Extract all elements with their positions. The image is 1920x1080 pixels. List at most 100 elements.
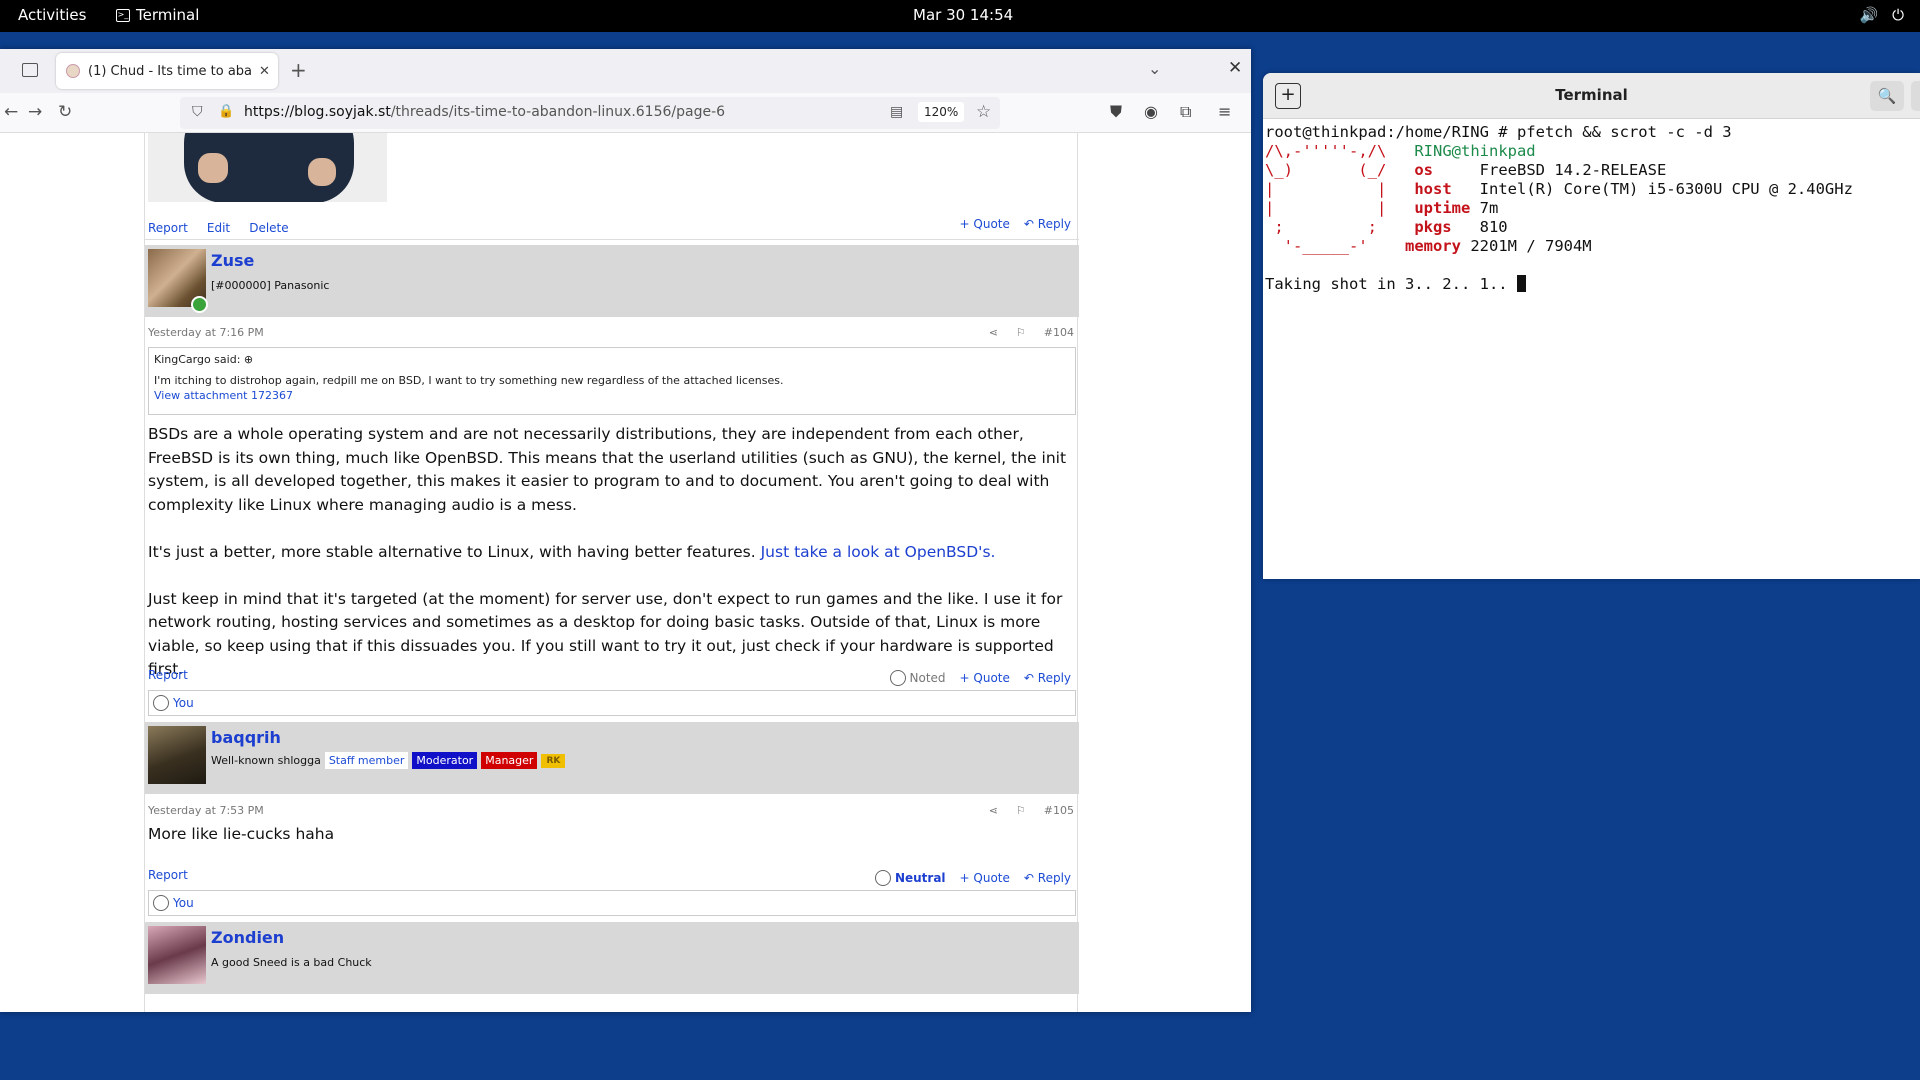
divider — [145, 239, 1079, 240]
avatar[interactable] — [148, 726, 206, 784]
volume-icon: 🔊 — [1859, 6, 1879, 24]
navigation-bar: ← → ↻ ⛉ 🔒 https://blog.soyjak.st/threads… — [0, 93, 1251, 133]
user-title: A good Sneed is a bad Chuck — [211, 956, 372, 969]
chevron-down-icon[interactable]: ⌄ — [1148, 59, 1161, 78]
post-number[interactable]: #104 — [1044, 326, 1074, 339]
app-menu[interactable]: >_ Terminal — [116, 6, 199, 24]
system-tray[interactable]: 🔊 ⏻ — [1859, 6, 1904, 24]
info-value: Intel(R) Core(TM) i5-6300U CPU @ 2.40GHz — [1479, 180, 1853, 198]
window-close-icon[interactable]: ✕ — [1228, 58, 1242, 78]
quote-author[interactable]: KingCargo said: ⊕ — [154, 353, 1070, 366]
username[interactable]: Zuse — [211, 251, 254, 270]
reload-icon[interactable]: ↻ — [58, 102, 72, 122]
quote-button[interactable]: + Quote — [960, 671, 1010, 685]
clock[interactable]: Mar 30 14:54 — [913, 6, 1013, 24]
reaction-label: Noted — [909, 671, 946, 685]
bookmark-icon[interactable]: ⚐ — [1016, 326, 1026, 339]
new-tab-button[interactable]: + — [290, 58, 307, 82]
activities-button[interactable]: Activities — [18, 6, 86, 24]
info-key: uptime — [1414, 199, 1471, 217]
logo-line: '-_____-' — [1265, 237, 1368, 255]
share-icon[interactable]: ⋖ — [989, 326, 998, 339]
browser-tab[interactable]: (1) Chud - Its time to abandon Linux ✕ — [56, 53, 278, 89]
reactions-bar[interactable]: You — [148, 890, 1076, 916]
back-arrow-icon[interactable]: ← — [4, 102, 18, 122]
post-actions: Noted + Quote ↶ Reply — [889, 670, 1071, 686]
reply-label: Reply — [1037, 871, 1071, 885]
openbsd-link[interactable]: Just take a look at OpenBSD's. — [761, 543, 996, 561]
bookmark-star-icon[interactable]: ☆ — [976, 102, 991, 122]
reaction-button[interactable]: Neutral — [874, 870, 946, 886]
avatar[interactable] — [148, 926, 206, 984]
avatar[interactable] — [148, 249, 208, 313]
info-key: pkgs — [1414, 218, 1452, 236]
noted-face-icon — [889, 670, 906, 686]
post-paragraph: It's just a better, more stable alternat… — [148, 541, 1074, 565]
forward-arrow-icon[interactable]: → — [28, 102, 42, 122]
extensions-icon[interactable]: ⧉ — [1180, 102, 1191, 122]
share-icon[interactable]: ⋖ — [989, 804, 998, 817]
user-title: Well-known shlogga — [211, 754, 321, 767]
list-all-tabs-icon[interactable] — [22, 63, 38, 77]
lock-icon[interactable]: 🔒 — [218, 104, 234, 119]
edit-link[interactable]: Edit — [207, 221, 230, 235]
quote-button[interactable]: + Quote — [960, 871, 1010, 885]
thread-column: Report Edit Delete + Quote ↶ Reply Zuse … — [144, 133, 1079, 1012]
logo-line: \_) (_/ — [1265, 161, 1387, 179]
reaction-button[interactable]: Noted — [889, 670, 946, 686]
reaction-label: Neutral — [894, 871, 946, 885]
report-link[interactable]: Report — [148, 868, 188, 882]
rk-badge: RK — [541, 753, 566, 768]
quote-button[interactable]: + Quote — [960, 217, 1010, 231]
url-bar[interactable]: ⛉ 🔒 https://blog.soyjak.st/threads/its-t… — [180, 97, 1000, 129]
post-time[interactable]: Yesterday at 7:53 PM — [148, 804, 264, 817]
terminal-title: Terminal — [1555, 86, 1628, 104]
username[interactable]: Zondien — [211, 928, 284, 947]
terminal-output[interactable]: root@thinkpad:/home/RING # pfetch && scr… — [1263, 119, 1920, 298]
prev-post-right-actions: + Quote ↶ Reply — [960, 217, 1071, 231]
post-number[interactable]: #105 — [1044, 804, 1074, 817]
info-value: 2201M / 7904M — [1470, 237, 1592, 255]
reactions-bar[interactable]: You — [148, 690, 1076, 716]
menu-button[interactable] — [1911, 81, 1920, 111]
reactions-by[interactable]: You — [173, 696, 194, 710]
logo-line: ; ; — [1265, 218, 1377, 236]
shield-icon[interactable]: ⛉ — [192, 104, 203, 120]
power-icon: ⏻ — [1892, 6, 1904, 24]
info-key: os — [1414, 161, 1433, 179]
staff-member-badge: Staff member — [324, 752, 409, 769]
reaction-face-icon — [153, 695, 169, 711]
post-time[interactable]: Yesterday at 7:16 PM — [148, 326, 264, 339]
forum-page: Report Edit Delete + Quote ↶ Reply Zuse … — [0, 133, 1251, 1012]
browser-window: (1) Chud - Its time to abandon Linux ✕ +… — [0, 49, 1251, 1012]
post-meta-actions: ⋖ ⚐ #105 — [989, 804, 1074, 817]
account-icon[interactable]: ◉ — [1144, 102, 1158, 121]
reply-button[interactable]: ↶ Reply — [1024, 871, 1071, 885]
post-paragraph-text: It's just a better, more stable alternat… — [148, 542, 761, 561]
report-link[interactable]: Report — [148, 221, 188, 235]
tab-close-icon[interactable]: ✕ — [259, 64, 270, 79]
url-text[interactable]: https://blog.soyjak.st/threads/its-time-… — [244, 104, 725, 120]
info-value: 7m — [1479, 199, 1499, 217]
post-105-header: baqqrih Well-known shlogga Staff member … — [145, 722, 1079, 794]
terminal-header-bar: + Terminal 🔍 — [1263, 73, 1920, 119]
delete-link[interactable]: Delete — [249, 221, 288, 235]
post-image[interactable] — [148, 133, 387, 202]
bookmark-icon[interactable]: ⚐ — [1016, 804, 1026, 817]
logo-line: /\,-'''''-,/\ — [1265, 142, 1387, 160]
reply-button[interactable]: ↶ Reply — [1024, 217, 1071, 231]
user-title-row: Well-known shlogga Staff member Moderato… — [211, 752, 566, 769]
view-attachment-link[interactable]: View attachment 172367 — [154, 389, 1070, 402]
online-indicator-icon — [191, 296, 208, 313]
pocket-icon[interactable]: ⛊ — [1110, 102, 1122, 122]
post-paragraph: Just keep in mind that it's targeted (at… — [148, 589, 1063, 679]
search-icon[interactable]: 🔍 — [1870, 81, 1904, 111]
zoom-level[interactable]: 120% — [918, 102, 965, 122]
logo-line: | | — [1265, 180, 1387, 198]
reply-button[interactable]: ↶ Reply — [1024, 671, 1071, 685]
username[interactable]: baqqrih — [211, 728, 281, 747]
report-link[interactable]: Report — [148, 668, 188, 682]
menu-icon[interactable]: ≡ — [1218, 102, 1231, 121]
reactions-by[interactable]: You — [173, 896, 194, 910]
reader-view-icon[interactable]: ▤ — [890, 104, 903, 120]
